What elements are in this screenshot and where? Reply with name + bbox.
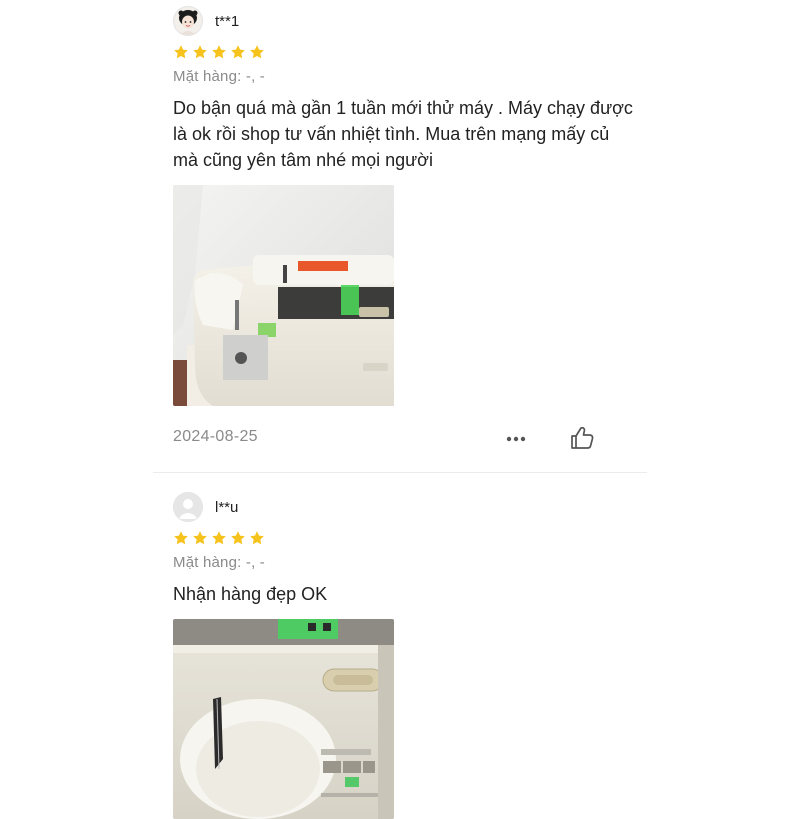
star-icon — [231, 531, 245, 545]
star-icon — [193, 531, 207, 545]
star-icon — [193, 45, 207, 59]
star-icon — [231, 45, 245, 59]
review-footer: 2024-08-25 — [173, 426, 613, 452]
review-content: Do bận quá mà gần 1 tuần mới thử máy . M… — [173, 98, 633, 170]
star-icon — [212, 531, 226, 545]
review-user-row: l**u — [173, 492, 613, 522]
star-icon — [250, 45, 264, 59]
review-variant: Mặt hàng: -, - — [173, 68, 266, 85]
sewing-machine-photo-icon — [173, 185, 394, 406]
star-rating — [173, 44, 613, 60]
user-avatar[interactable] — [173, 492, 203, 522]
review-date: 2024-08-25 — [173, 428, 258, 445]
default-avatar-icon — [174, 493, 202, 521]
sewing-machine-photo-icon — [173, 619, 394, 819]
avatar-illustration-icon — [174, 7, 202, 35]
more-options-button[interactable] — [503, 430, 529, 448]
star-icon — [174, 45, 188, 59]
like-button[interactable] — [568, 424, 596, 452]
review-user-row: t**1 — [173, 6, 613, 36]
star-rating — [173, 530, 613, 546]
review-variant: Mặt hàng: -, - — [173, 554, 266, 571]
review-photo[interactable] — [173, 185, 394, 406]
more-dots-icon — [506, 436, 526, 442]
star-icon — [250, 531, 264, 545]
review-username: l**u — [215, 498, 239, 516]
thumbs-up-icon — [571, 426, 594, 449]
review-item: t**1 Mặt hàng: -, - Do bận quá mà gần 1 … — [173, 6, 633, 452]
review-item: l**u Mặt hàng: -, - Nhận hàng đẹp OK — [173, 492, 613, 819]
star-icon — [212, 45, 226, 59]
review-photo[interactable] — [173, 619, 394, 819]
review-username: t**1 — [215, 12, 240, 30]
review-divider — [153, 472, 647, 473]
star-icon — [174, 531, 188, 545]
review-content: Nhận hàng đẹp OK — [173, 584, 328, 604]
user-avatar[interactable] — [173, 6, 203, 36]
